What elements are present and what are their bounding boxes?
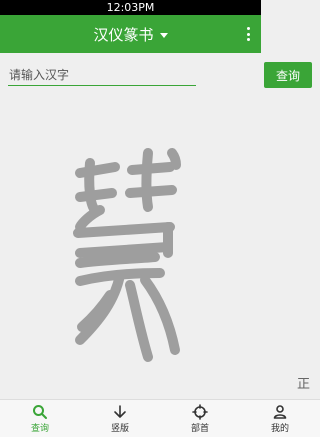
title-dropdown[interactable]: 汉仪篆书 [0,15,261,53]
bottom-nav: 查询 竖版 部首 我的 [0,399,320,437]
orientation-toggle[interactable]: 正 [297,373,310,392]
search-input[interactable] [8,64,196,86]
crosshair-icon [192,403,208,420]
search-icon [33,404,47,419]
app-bar: 汉仪篆书 [0,15,261,53]
status-bar: 12:03PM [0,0,261,15]
nav-item-search[interactable]: 查询 [0,400,80,437]
caret-down-icon [159,32,168,38]
more-vertical-icon[interactable] [245,24,251,44]
nav-label: 我的 [270,423,289,434]
arrow-down-icon [114,404,126,418]
nav-label: 查询 [30,423,49,434]
search-row: 查询 [8,62,312,88]
search-button[interactable]: 查询 [264,62,312,88]
nav-label: 竖版 [110,423,129,434]
nav-item-radical[interactable]: 部首 [160,400,240,437]
seal-script-glyph [73,148,181,362]
nav-label: 部首 [190,423,209,434]
user-icon [273,404,287,419]
nav-item-profile[interactable]: 我的 [240,400,320,437]
app-title: 汉仪篆书 [93,25,154,44]
nav-item-vertical[interactable]: 竖版 [80,400,160,437]
status-time: 12:03PM [106,1,155,14]
glyph-preview [0,95,320,395]
